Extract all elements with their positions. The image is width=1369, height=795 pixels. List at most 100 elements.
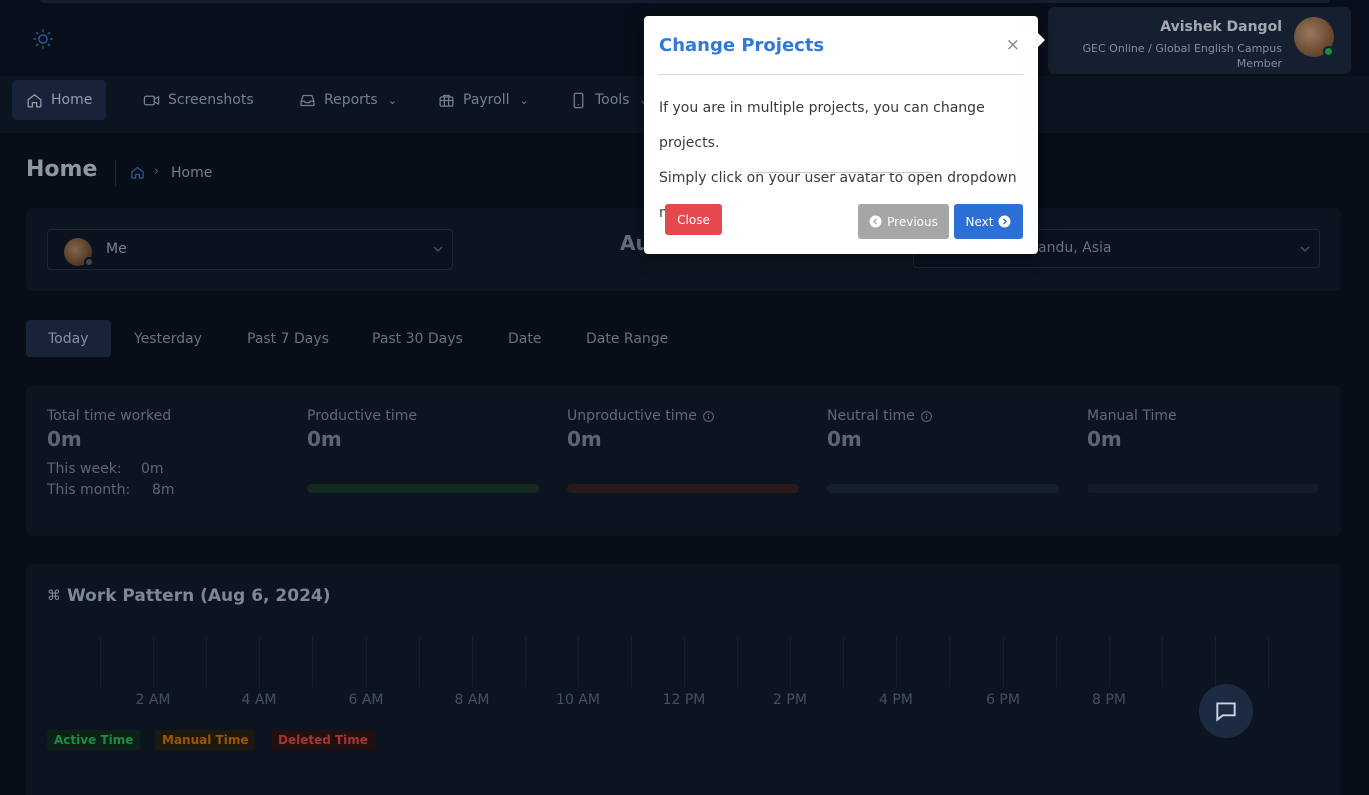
stat-value: 0m: [1087, 427, 1122, 451]
tab-yesterday[interactable]: Yesterday: [112, 320, 224, 357]
stat-label-row: Neutral time: [827, 408, 1059, 424]
command-icon: ⌘: [47, 588, 61, 604]
modal-pointer: [1037, 32, 1045, 48]
sun-icon[interactable]: [32, 28, 54, 50]
hour-label: 4 PM: [879, 692, 913, 708]
modal-title: Change Projects: [659, 35, 825, 56]
stat-manual: Manual Time 0m: [1087, 408, 1319, 451]
chevron-down-icon: ⌄: [519, 93, 529, 107]
this-week-label: This week:: [47, 461, 122, 477]
chevron-right-icon: ›: [154, 164, 159, 178]
stat-unproductive: Unproductive time 0m: [567, 408, 799, 451]
close-icon[interactable]: ×: [1006, 35, 1020, 55]
nav-item-home[interactable]: Home: [12, 80, 107, 120]
close-button[interactable]: Close: [665, 204, 722, 235]
hour-gridline: [578, 637, 579, 687]
stat-total: Total time worked 0m: [47, 408, 279, 451]
nav-item-label: Home: [51, 92, 93, 108]
info-icon[interactable]: [920, 410, 933, 423]
user-select-value: Me: [106, 241, 127, 257]
user-profile-card[interactable]: Avishek Dangol GEC Online / Global Engli…: [1048, 7, 1351, 74]
hour-gridline: [366, 637, 367, 687]
online-status-dot: [1323, 46, 1334, 57]
modal-separator: [750, 172, 932, 173]
nav-item-payroll[interactable]: Payroll ⌄: [424, 80, 543, 120]
this-week-row: This week: 0m: [47, 461, 164, 477]
productive-progress-bar: [307, 484, 539, 493]
nav-item-label: Screenshots: [168, 92, 254, 108]
this-month-row: This month: 8m: [47, 482, 175, 498]
nav-item-label: Payroll: [463, 92, 510, 108]
status-dot: [84, 257, 94, 267]
hour-gridline: [1268, 637, 1269, 687]
hour-gridline: [312, 637, 313, 687]
nav-item-reports[interactable]: Reports ⌄: [285, 80, 411, 120]
change-projects-modal: Change Projects × If you are in multiple…: [644, 16, 1045, 254]
work-pattern-title-text: Work Pattern (Aug 6, 2024): [67, 586, 331, 606]
hour-label: 8 AM: [454, 692, 490, 708]
stat-label: Productive time: [307, 408, 418, 424]
stat-value: 0m: [567, 427, 602, 451]
hour-gridline: [790, 637, 791, 687]
legend-active-time: Active Time: [47, 730, 141, 750]
info-icon[interactable]: [702, 410, 715, 423]
hour-label: 2 AM: [135, 692, 171, 708]
user-select[interactable]: Me: [47, 229, 453, 270]
arrow-right-circle-icon: [999, 215, 1011, 228]
this-week-value: 0m: [141, 461, 164, 477]
hour-label: 6 PM: [986, 692, 1020, 708]
arrow-left-circle-icon: [869, 215, 882, 228]
stat-label: Manual Time: [1087, 408, 1177, 424]
hour-gridline: [259, 637, 260, 687]
legend-deleted-time: Deleted Time: [271, 730, 375, 750]
stat-value: 0m: [827, 427, 862, 451]
hour-gridline: [472, 637, 473, 687]
tab-past-7-days[interactable]: Past 7 Days: [225, 320, 351, 357]
hour-label: 12 PM: [662, 692, 706, 708]
tab-past-30-days[interactable]: Past 30 Days: [350, 320, 485, 357]
tab-date[interactable]: Date: [486, 320, 563, 357]
hour-gridline: [737, 637, 738, 687]
profile-org: GEC Online / Global English Campus Membe…: [1052, 41, 1282, 71]
hour-gridline: [896, 637, 897, 687]
chevron-down-icon: [433, 246, 443, 253]
hour-label: 4 AM: [241, 692, 277, 708]
stat-label: Total time worked: [47, 408, 172, 424]
tab-today[interactable]: Today: [26, 320, 111, 357]
breadcrumb-current: Home: [171, 165, 213, 181]
page-title: Home: [26, 157, 98, 182]
home-icon[interactable]: [130, 165, 145, 180]
nav-item-screenshots[interactable]: Screenshots: [129, 80, 268, 120]
video-icon: [143, 95, 160, 105]
work-pattern-grid: [47, 637, 1321, 687]
hour-gridline: [631, 637, 632, 687]
hour-gridline: [843, 637, 844, 687]
chat-button[interactable]: [1199, 684, 1253, 738]
hour-label: 2 PM: [773, 692, 807, 708]
this-month-label: This month:: [47, 482, 131, 498]
previous-button[interactable]: Previous: [858, 204, 949, 239]
hour-label: 6 AM: [348, 692, 384, 708]
modal-divider: [658, 74, 1023, 75]
hour-gridline: [1109, 637, 1110, 687]
hour-gridline: [1162, 637, 1163, 687]
stat-label: Unproductive time: [567, 408, 697, 424]
manual-progress-bar: [1087, 484, 1319, 493]
nav-item-label: Tools: [595, 92, 630, 108]
briefcase-icon: [439, 94, 454, 107]
tablet-icon: [573, 92, 584, 108]
stat-productive: Productive time 0m: [307, 408, 539, 451]
hour-gridline: [100, 637, 101, 687]
tab-date-range[interactable]: Date Range: [564, 320, 690, 357]
nav-item-label: Reports: [324, 92, 378, 108]
next-button[interactable]: Next: [954, 204, 1023, 239]
hour-gridline: [684, 637, 685, 687]
hour-gridline: [419, 637, 420, 687]
stat-label: Neutral time: [827, 408, 915, 424]
legend-manual-time: Manual Time: [155, 730, 256, 750]
home-icon: [27, 93, 42, 108]
hour-label: 10 AM: [556, 692, 600, 708]
hour-gridline: [525, 637, 526, 687]
hour-gridline: [1215, 637, 1216, 687]
stat-value: 0m: [307, 427, 342, 451]
